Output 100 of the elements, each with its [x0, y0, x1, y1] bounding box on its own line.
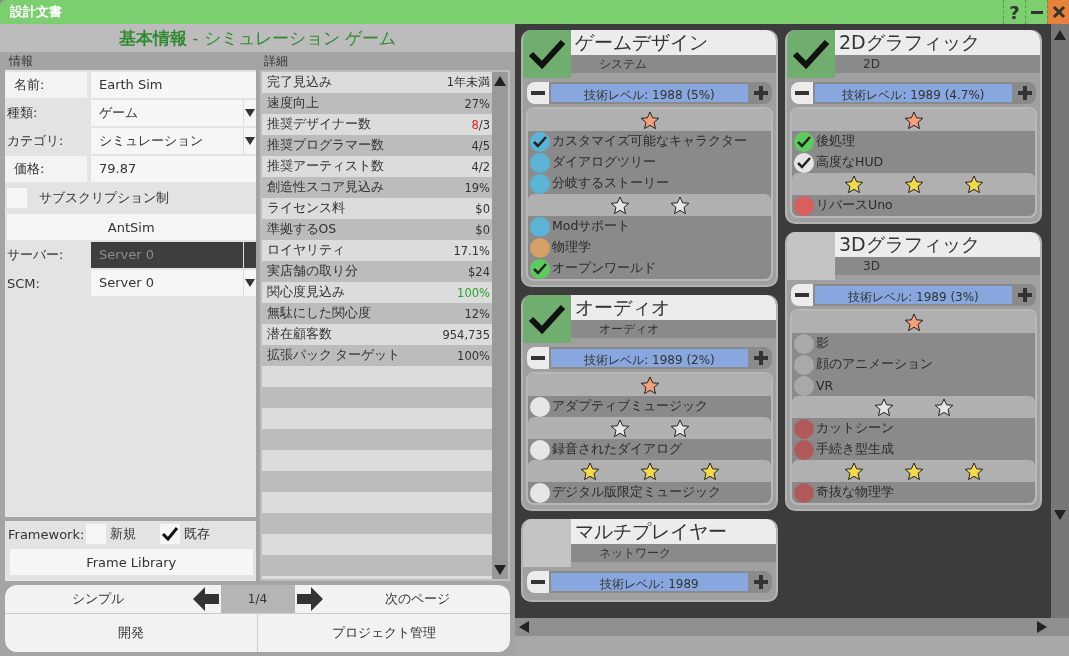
- detail-label: 推奨アーティスト数: [266, 158, 384, 175]
- detail-label: ライセンス料: [266, 200, 345, 217]
- feature-toggle[interactable]: [530, 152, 550, 173]
- scroll-up-icon[interactable]: [494, 76, 506, 86]
- feature-toggle[interactable]: [530, 131, 550, 152]
- category-checkbox[interactable]: [523, 519, 571, 567]
- feature-label: 分岐するストーリー: [552, 175, 669, 192]
- star-icon: [873, 397, 894, 417]
- feature-toggle[interactable]: [794, 439, 814, 460]
- card-title: オーディオ: [571, 295, 776, 320]
- feature-toggle[interactable]: [794, 131, 814, 152]
- feature-toggle[interactable]: [530, 258, 550, 279]
- increase-button[interactable]: [1014, 82, 1036, 104]
- field-label: カテゴリ:: [6, 132, 65, 150]
- scroll-left-icon[interactable]: [519, 621, 529, 633]
- card-subtitle: 2D: [835, 55, 1040, 73]
- scroll-down-icon[interactable]: [494, 565, 506, 575]
- detail-value: 12%: [464, 306, 490, 321]
- feature-toggle[interactable]: [794, 418, 814, 439]
- detail-label: 速度向上: [266, 95, 319, 112]
- feature-toggle[interactable]: [530, 439, 550, 460]
- scrollbar[interactable]: [515, 618, 1069, 636]
- category-checkbox[interactable]: [523, 295, 571, 343]
- detail-label: 無駄にした関心度: [266, 305, 371, 322]
- detail-label: 創造性スコア見込み: [266, 179, 384, 196]
- scroll-down-icon[interactable]: [1054, 510, 1066, 520]
- checkbox-label: 既存: [184, 525, 211, 543]
- category-checkbox[interactable]: [787, 232, 835, 280]
- feature-label: カスタマイズ可能なキャラクター: [552, 133, 747, 150]
- star-icon: [609, 418, 630, 438]
- detail-label: 関心度見込み: [266, 284, 345, 301]
- dropdown[interactable]: Server 0: [91, 270, 256, 296]
- decrease-button[interactable]: [527, 571, 549, 593]
- arrow-left-icon[interactable]: [192, 587, 219, 611]
- scrollbar[interactable]: [1051, 24, 1069, 618]
- star-icon: [843, 461, 864, 481]
- dropdown[interactable]: シミュレーション: [91, 128, 256, 154]
- detail-value: 1年未満: [446, 75, 490, 90]
- feature-toggle[interactable]: [794, 333, 814, 354]
- text-field[interactable]: 79.87: [91, 156, 256, 182]
- detail-label: 拡張パック ターゲット: [266, 347, 401, 364]
- star-icon: [843, 174, 864, 194]
- feature-toggle[interactable]: [530, 173, 550, 194]
- star-icon: [903, 110, 924, 130]
- close-button[interactable]: [1047, 0, 1069, 24]
- detail-value: $0: [475, 201, 490, 216]
- card-title: ゲームデザイン: [571, 30, 776, 55]
- star-icon: [903, 312, 924, 332]
- action-button[interactable]: 開発: [5, 614, 258, 652]
- feature-label: 高度なHUD: [816, 154, 884, 171]
- action-button[interactable]: プロジェクト管理: [258, 614, 510, 652]
- dropdown[interactable]: ゲーム: [91, 100, 256, 126]
- increase-button[interactable]: [750, 347, 772, 369]
- feature-toggle[interactable]: [530, 237, 550, 258]
- feature-toggle[interactable]: [530, 396, 550, 417]
- feature-label: 奇抜な物理学: [816, 484, 894, 501]
- decrease-button[interactable]: [791, 82, 813, 104]
- decrease-button[interactable]: [527, 347, 549, 369]
- category-checkbox[interactable]: [523, 30, 571, 78]
- detail-label: ロイヤリティ: [266, 242, 345, 259]
- category-checkbox[interactable]: [787, 30, 835, 78]
- feature-toggle[interactable]: [794, 354, 814, 375]
- checkbox-label: 新規: [110, 525, 137, 543]
- decrease-button[interactable]: [527, 82, 549, 104]
- feature-toggle[interactable]: [794, 152, 814, 173]
- feature-toggle[interactable]: [794, 482, 814, 503]
- feature-label: ダイアログツリー: [552, 154, 656, 171]
- star-icon: [963, 461, 984, 481]
- feature-label: 物理学: [552, 239, 591, 256]
- feature-toggle[interactable]: [794, 195, 814, 216]
- feature-toggle[interactable]: [530, 482, 550, 503]
- detail-label: 準拠するOS: [266, 221, 337, 238]
- detail-label: 実店舗の取り分: [266, 263, 358, 280]
- prev-page-button[interactable]: シンプル: [5, 585, 191, 613]
- detail-value: 100%: [457, 348, 490, 363]
- detail-value: 17.1%: [453, 243, 490, 258]
- tech-level-bar: 技術レベル: 1989 (4.7%): [813, 82, 1014, 104]
- feature-toggle[interactable]: [530, 216, 550, 237]
- scroll-right-icon[interactable]: [1037, 621, 1047, 633]
- arrow-right-icon[interactable]: [296, 587, 323, 611]
- card-subtitle: ネットワーク: [571, 544, 776, 562]
- next-page-button[interactable]: 次のページ: [324, 585, 510, 613]
- card-subtitle: システム: [571, 55, 776, 73]
- decrease-button[interactable]: [791, 284, 813, 306]
- framework-button[interactable]: Frame Library: [10, 549, 253, 575]
- field-label: SCM:: [6, 275, 41, 291]
- feature-toggle[interactable]: [794, 375, 814, 396]
- scrollbar[interactable]: [492, 72, 508, 579]
- detail-value: 4/2: [471, 159, 490, 174]
- detail-label: 推奨デザイナー数: [266, 116, 371, 133]
- window-title: 設計文書: [9, 3, 62, 21]
- increase-button[interactable]: [750, 82, 772, 104]
- checkbox[interactable]: [160, 524, 181, 544]
- tech-level-bar: 技術レベル: 1988 (5%): [549, 82, 750, 104]
- engine-button[interactable]: AntSim: [7, 214, 256, 240]
- card-title: マルチプレイヤー: [571, 519, 776, 544]
- text-field[interactable]: Earth Sim: [91, 72, 256, 98]
- scroll-up-icon[interactable]: [1054, 30, 1066, 40]
- increase-button[interactable]: [750, 571, 772, 593]
- increase-button[interactable]: [1014, 284, 1036, 306]
